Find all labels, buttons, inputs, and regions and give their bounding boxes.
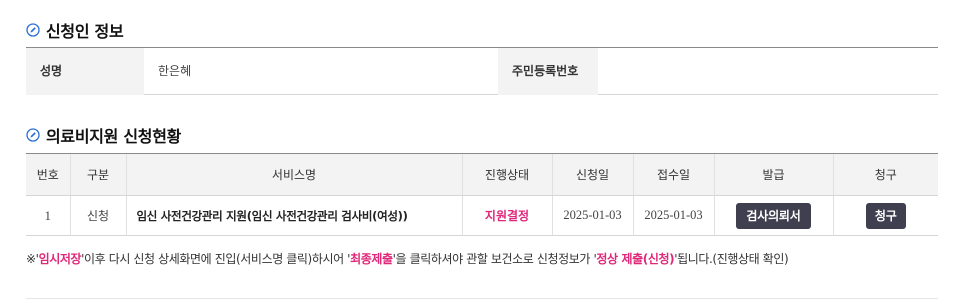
application-status-heading: 의료비지원 신청현황 bbox=[26, 123, 181, 147]
applicant-info-heading: 신청인 정보 bbox=[26, 18, 124, 42]
col-header-received: 접수일 bbox=[632, 153, 714, 196]
inspection-request-button[interactable]: 검사의뢰서 bbox=[736, 202, 811, 229]
claim-button[interactable]: 청구 bbox=[865, 202, 906, 229]
notice-normal-submit: 정상 제출(신청) bbox=[596, 252, 675, 266]
name-value: 한은혜 bbox=[158, 64, 192, 78]
received-date: 2025-01-03 bbox=[632, 195, 714, 236]
notice-prefix: ※' bbox=[26, 252, 39, 266]
applicant-info-table: 성명 한은혜 주민등록번호 bbox=[26, 47, 938, 95]
applied-date: 2025-01-03 bbox=[551, 195, 633, 236]
service-name-link[interactable]: 임신 사전건강관리 지원(임신 사전건강관리 검사비(여성)) bbox=[125, 195, 462, 236]
col-header-no: 번호 bbox=[26, 153, 70, 196]
rrn-value bbox=[616, 48, 916, 95]
rrn-label: 주민등록번호 bbox=[498, 48, 598, 95]
table-row: 1 신청 임신 사전건강관리 지원(임신 사전건강관리 검사비(여성)) 지원결… bbox=[26, 195, 938, 236]
col-header-service: 서비스명 bbox=[125, 153, 462, 196]
edit-circle-icon bbox=[26, 23, 40, 37]
notice-final-submit: 최종제출 bbox=[350, 252, 393, 266]
issue-cell: 검사의뢰서 bbox=[713, 195, 833, 236]
row-type: 신청 bbox=[69, 195, 126, 236]
notice-text: ※'임시저장'이후 다시 신청 상세화면에 진입(서비스명 클릭)하시어 '최종… bbox=[26, 250, 789, 267]
col-header-type: 구분 bbox=[69, 153, 126, 196]
notice-part2: '을 클릭하셔야 관할 보건소로 신청정보가 ' bbox=[392, 252, 597, 266]
col-header-issue: 발급 bbox=[713, 153, 833, 196]
col-header-status: 진행상태 bbox=[461, 153, 552, 196]
notice-part1: '이후 다시 신청 상세화면에 진입(서비스명 클릭)하시어 ' bbox=[81, 252, 351, 266]
section-title: 의료비지원 신청현황 bbox=[46, 127, 182, 146]
col-header-claim: 청구 bbox=[832, 153, 938, 196]
section-title: 신청인 정보 bbox=[46, 22, 124, 41]
name-label: 성명 bbox=[26, 48, 144, 95]
claim-cell: 청구 bbox=[832, 195, 938, 236]
notice-part3: '됩니다.(진행상태 확인) bbox=[674, 252, 789, 266]
application-status-table: 번호 구분 서비스명 진행상태 신청일 접수일 발급 청구 1 신청 임신 사전… bbox=[26, 153, 938, 236]
table-header-row: 번호 구분 서비스명 진행상태 신청일 접수일 발급 청구 bbox=[26, 153, 938, 196]
col-header-applied: 신청일 bbox=[551, 153, 633, 196]
notice-temp-save: 임시저장 bbox=[38, 252, 82, 266]
progress-status: 지원결정 bbox=[461, 195, 552, 236]
edit-circle-icon bbox=[26, 128, 40, 142]
row-number: 1 bbox=[26, 195, 70, 236]
divider bbox=[26, 298, 938, 299]
